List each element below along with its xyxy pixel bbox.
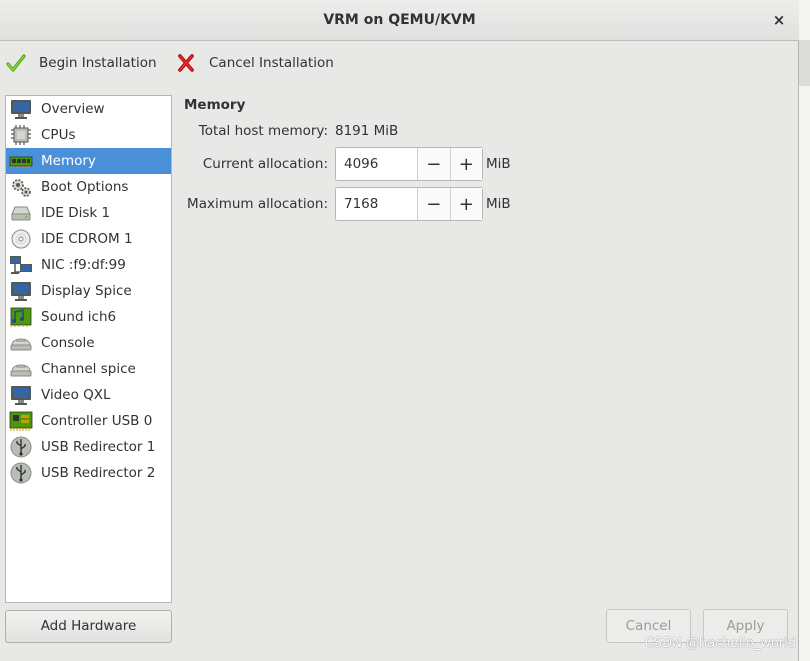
maximum-allocation-spinbox[interactable]: − + bbox=[335, 187, 483, 221]
sidebar-item-memory[interactable]: Memory bbox=[6, 148, 171, 174]
current-allocation-input[interactable] bbox=[336, 148, 417, 180]
sidebar-item-label: USB Redirector 2 bbox=[41, 465, 156, 481]
gears-icon bbox=[12, 179, 31, 197]
sidebar-item-channel-spice[interactable]: Channel spice bbox=[6, 356, 171, 382]
maximum-allocation-unit: MiB bbox=[486, 196, 511, 212]
sidebar-item-label: Overview bbox=[41, 101, 105, 117]
sound-card-icon bbox=[10, 307, 32, 327]
current-allocation-decrement-button[interactable]: − bbox=[417, 148, 450, 180]
sidebar-item-label: CPUs bbox=[41, 127, 76, 143]
current-allocation-increment-button[interactable]: + bbox=[449, 148, 482, 180]
usb-icon bbox=[10, 436, 32, 458]
sidebar-item-ide-disk-1[interactable]: IDE Disk 1 bbox=[6, 200, 171, 226]
total-host-memory-value: 8191 MiB bbox=[335, 123, 399, 139]
current-allocation-spinbox[interactable]: − + bbox=[335, 147, 483, 181]
sidebar-item-sound-ich6[interactable]: Sound ich6 bbox=[6, 304, 171, 330]
sidebar-item-ide-cdrom-1[interactable]: IDE CDROM 1 bbox=[6, 226, 171, 252]
sidebar-item-overview[interactable]: Overview bbox=[6, 96, 171, 122]
hardware-list[interactable]: Overview CPUs Memory Boot Options IDE Di… bbox=[5, 95, 172, 603]
current-allocation-unit: MiB bbox=[486, 156, 511, 172]
controller-card-icon bbox=[9, 411, 33, 431]
red-x-icon bbox=[178, 54, 194, 72]
maximum-allocation-increment-button[interactable]: + bbox=[449, 188, 482, 220]
green-checkmark-icon bbox=[6, 54, 26, 72]
sidebar-item-label: Video QXL bbox=[41, 387, 111, 403]
close-icon[interactable]: × bbox=[769, 10, 789, 30]
background-window-edge bbox=[799, 0, 810, 661]
sidebar-item-label: Sound ich6 bbox=[41, 309, 117, 325]
sidebar-item-controller-usb-0[interactable]: Controller USB 0 bbox=[6, 408, 171, 434]
sidebar-item-console[interactable]: Console bbox=[6, 330, 171, 356]
sidebar-item-label: Boot Options bbox=[41, 179, 129, 195]
sidebar-item-nic[interactable]: NIC :f9:df:99 bbox=[6, 252, 171, 278]
cdrom-icon bbox=[11, 229, 31, 249]
sidebar-item-label: Channel spice bbox=[41, 361, 136, 377]
network-icon bbox=[10, 256, 32, 274]
video-monitor-icon bbox=[11, 386, 31, 405]
maximum-allocation-label: Maximum allocation: bbox=[187, 196, 328, 212]
sidebar-item-usb-redirector-2[interactable]: USB Redirector 2 bbox=[6, 460, 171, 486]
channel-icon bbox=[10, 364, 32, 377]
sidebar-item-cpus[interactable]: CPUs bbox=[6, 122, 171, 148]
hard-disk-icon bbox=[11, 206, 31, 221]
section-title: Memory bbox=[184, 97, 246, 113]
sidebar-item-display-spice[interactable]: Display Spice bbox=[6, 278, 171, 304]
sidebar-item-label: Memory bbox=[41, 153, 96, 169]
cancel-installation-button[interactable]: Cancel Installation bbox=[175, 50, 334, 76]
sidebar-item-label: Controller USB 0 bbox=[41, 413, 153, 429]
details-window: VRM on QEMU/KVM × Begin Installation Can… bbox=[0, 0, 799, 661]
cpu-chip-icon bbox=[11, 125, 31, 145]
display-icon bbox=[11, 282, 31, 301]
sidebar-item-label: Console bbox=[41, 335, 95, 351]
serial-console-icon bbox=[10, 338, 32, 351]
monitor-icon bbox=[11, 100, 31, 119]
sidebar-item-video-qxl[interactable]: Video QXL bbox=[6, 382, 171, 408]
add-hardware-button[interactable]: Add Hardware bbox=[5, 610, 172, 643]
sidebar-item-boot-options[interactable]: Boot Options bbox=[6, 174, 171, 200]
sidebar-item-usb-redirector-1[interactable]: USB Redirector 1 bbox=[6, 434, 171, 460]
maximum-allocation-decrement-button[interactable]: − bbox=[417, 188, 450, 220]
begin-installation-button[interactable]: Begin Installation bbox=[5, 50, 157, 76]
sidebar-item-label: USB Redirector 1 bbox=[41, 439, 156, 455]
begin-installation-label: Begin Installation bbox=[39, 55, 157, 71]
memory-module-icon bbox=[9, 156, 33, 168]
cancel-installation-label: Cancel Installation bbox=[209, 55, 334, 71]
sidebar-item-label: NIC :f9:df:99 bbox=[41, 257, 126, 273]
sidebar-item-label: Display Spice bbox=[41, 283, 132, 299]
total-host-memory-label: Total host memory: bbox=[198, 123, 328, 139]
sidebar-item-label: IDE Disk 1 bbox=[41, 205, 111, 221]
maximum-allocation-input[interactable] bbox=[336, 188, 417, 220]
usb-icon bbox=[10, 462, 32, 484]
title-bar: VRM on QEMU/KVM × bbox=[0, 0, 799, 41]
window-title: VRM on QEMU/KVM bbox=[323, 12, 476, 28]
toolbar: Begin Installation Cancel Installation bbox=[0, 42, 799, 84]
current-allocation-label: Current allocation: bbox=[202, 156, 328, 172]
watermark: CSDN @hachello_world bbox=[644, 636, 796, 651]
sidebar-item-label: IDE CDROM 1 bbox=[41, 231, 133, 247]
